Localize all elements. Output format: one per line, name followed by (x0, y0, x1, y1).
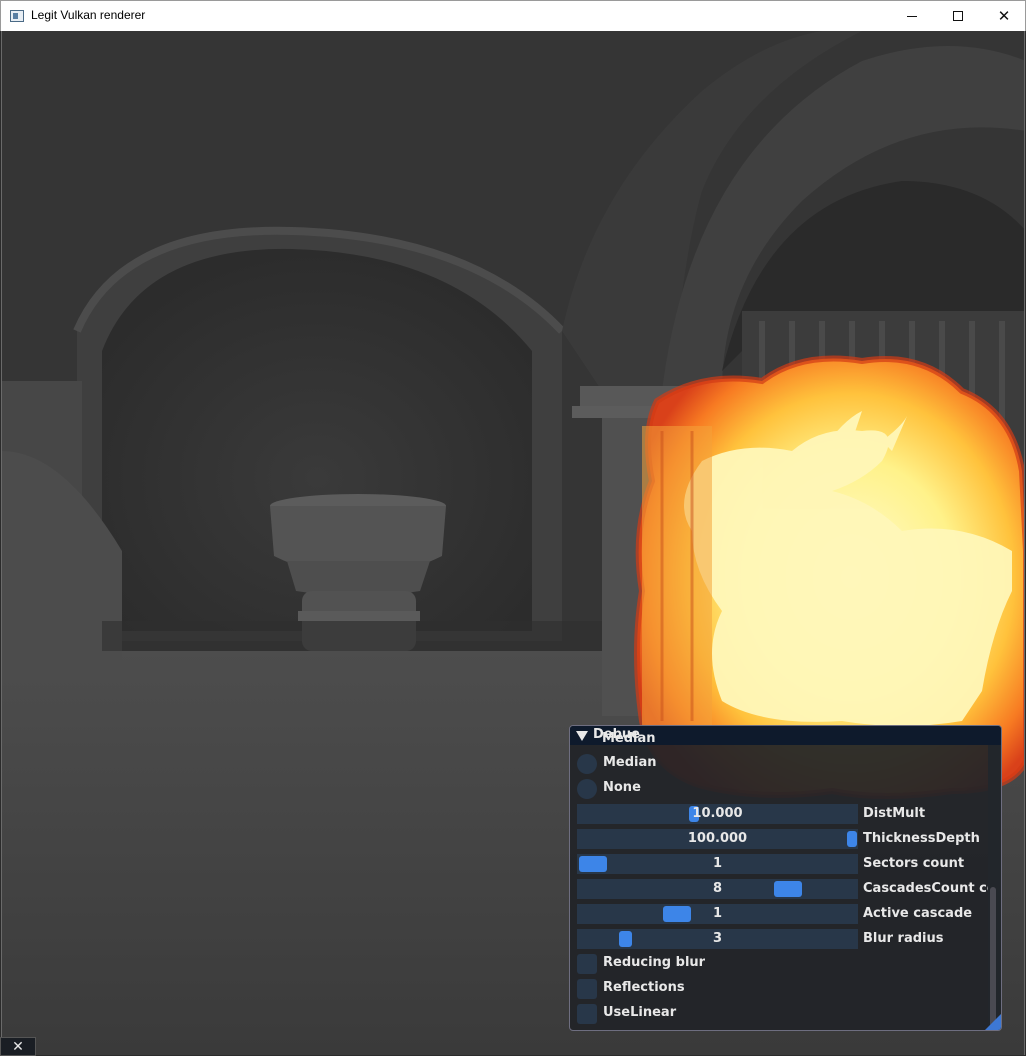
slider-grab[interactable] (579, 856, 607, 872)
slider-distmult[interactable]: 10.000 (577, 804, 858, 824)
minimize-button[interactable] (889, 1, 935, 31)
slider-label-distmult: DistMult (863, 806, 926, 821)
vertical-scrollbar[interactable] (988, 745, 1001, 1030)
checkbox-uselinear[interactable]: UseLinear (577, 1004, 977, 1024)
slider-label-active-cascade: Active cascade (863, 906, 973, 921)
close-window-button[interactable]: ✕ (981, 1, 1026, 31)
checkbox[interactable] (577, 979, 597, 999)
slider-grab[interactable] (663, 906, 691, 922)
checkbox-label-reducing-blur: Reducing blur (603, 955, 706, 970)
slider-value: 3 (712, 931, 723, 946)
checkbox[interactable] (577, 954, 597, 974)
window-titlebar[interactable]: Legit Vulkan renderer ✕ (0, 0, 1026, 31)
slider-label-sectors-count: Sectors count (863, 856, 965, 871)
collapse-triangle-icon[interactable] (576, 731, 588, 741)
overlay-close-button[interactable]: ✕ (0, 1037, 36, 1056)
slider-label-cascades-count: CascadesCount coun (863, 881, 1002, 896)
slider-grab[interactable] (774, 881, 802, 897)
radio-button[interactable] (577, 779, 597, 799)
maximize-button[interactable] (935, 1, 981, 31)
slider-blur-radius[interactable]: 3 (577, 929, 858, 949)
slider-active-cascade[interactable]: 1 (577, 904, 858, 924)
checkbox-reflections[interactable]: Reflections (577, 979, 977, 999)
radio-button[interactable] (577, 754, 597, 774)
radio-median[interactable]: Median (577, 754, 977, 774)
scrollbar-thumb[interactable] (990, 887, 996, 1027)
checkbox-reducing-blur[interactable]: Reducing blur (577, 954, 977, 974)
close-icon: ✕ (12, 1038, 24, 1055)
slider-value: 100.000 (687, 831, 748, 846)
radio-none[interactable]: None (577, 779, 977, 799)
radio-label-none: None (603, 780, 641, 795)
slider-label-blur-radius: Blur radius (863, 931, 944, 946)
resize-grip-icon[interactable] (985, 1014, 1001, 1030)
window-title: Legit Vulkan renderer (31, 8, 146, 22)
slider-value: 1 (712, 856, 723, 871)
debug-window[interactable]: Debue Median Median None 10.000 DistMult… (569, 725, 1002, 1031)
slider-thicknessdepth[interactable]: 100.000 (577, 829, 858, 849)
slider-grab[interactable] (847, 831, 857, 847)
slider-value: 1 (712, 906, 723, 921)
slider-grab[interactable] (619, 931, 632, 947)
radio-label-median: Median (603, 755, 657, 770)
checkbox-label-reflections: Reflections (603, 980, 685, 995)
slider-sectors-count[interactable]: 1 (577, 854, 858, 874)
maximize-icon (953, 11, 963, 21)
clipped-radio-label: Median (602, 731, 656, 746)
slider-value: 10.000 (692, 806, 743, 821)
close-icon: ✕ (997, 7, 1011, 25)
slider-cascades-count[interactable]: 8 (577, 879, 858, 899)
checkbox-label-uselinear: UseLinear (603, 1005, 677, 1020)
app-window-icon (10, 10, 24, 22)
slider-value: 8 (712, 881, 723, 896)
checkbox[interactable] (577, 1004, 597, 1024)
minimize-icon (907, 15, 917, 17)
slider-label-thicknessdepth: ThicknessDepth (863, 831, 980, 846)
